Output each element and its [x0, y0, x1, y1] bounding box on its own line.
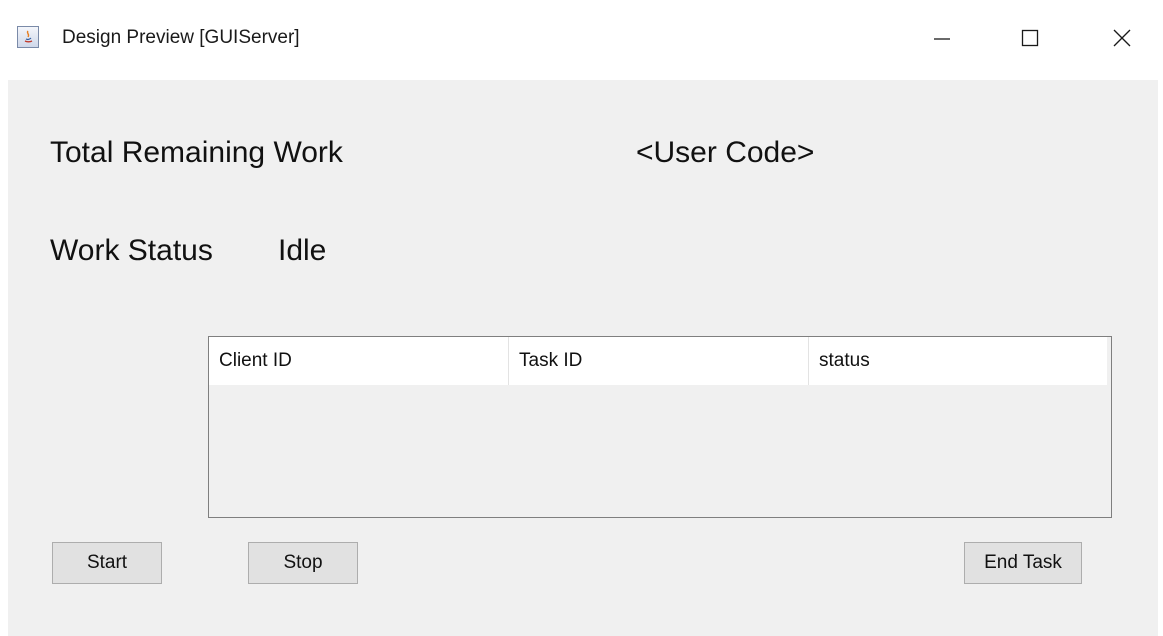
- content-panel: Total Remaining Work <User Code> Work St…: [8, 80, 1158, 636]
- close-button[interactable]: [1100, 18, 1144, 58]
- stop-button[interactable]: Stop: [248, 542, 358, 584]
- java-app-icon[interactable]: [17, 26, 39, 48]
- maximize-button[interactable]: [1008, 18, 1052, 58]
- minimize-button[interactable]: [920, 18, 964, 58]
- window-title: Design Preview [GUIServer]: [62, 27, 300, 48]
- close-icon: [1113, 29, 1131, 47]
- user-code-label: <User Code>: [636, 136, 815, 169]
- work-status-value: Idle: [278, 234, 327, 267]
- end-task-button[interactable]: End Task: [964, 542, 1082, 584]
- maximize-icon: [1021, 29, 1039, 47]
- column-header-status[interactable]: status: [809, 337, 1107, 385]
- column-header-client-id[interactable]: Client ID: [209, 337, 509, 385]
- app-window: Design Preview [GUIServer] Total Remaini…: [0, 0, 1163, 636]
- start-button[interactable]: Start: [52, 542, 162, 584]
- total-remaining-work-label: Total Remaining Work: [50, 136, 343, 169]
- table-header: Client ID Task ID status: [209, 337, 1107, 385]
- work-status-label: Work Status: [50, 234, 213, 267]
- minimize-icon: [934, 38, 950, 40]
- task-table[interactable]: Client ID Task ID status: [208, 336, 1112, 518]
- column-header-task-id[interactable]: Task ID: [509, 337, 809, 385]
- title-bar[interactable]: Design Preview [GUIServer]: [0, 0, 1163, 80]
